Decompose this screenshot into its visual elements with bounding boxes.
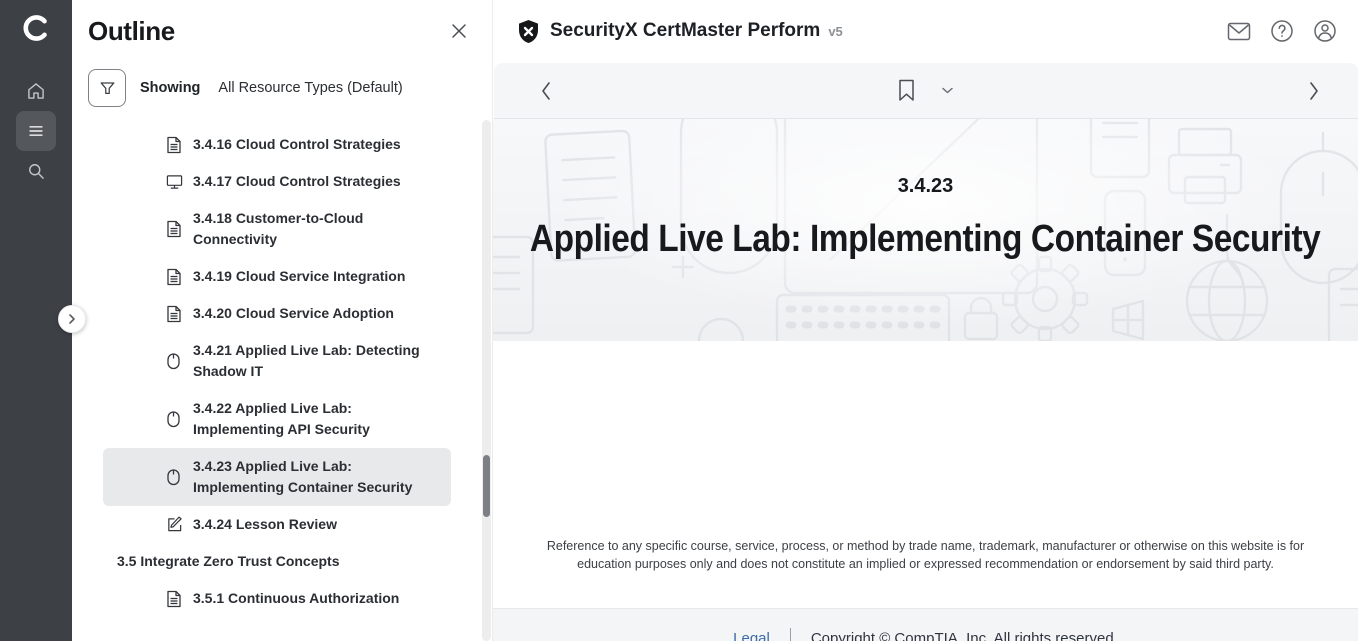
outline-item[interactable]: 3.4.18 Customer-to-Cloud Connectivity bbox=[103, 200, 451, 258]
pencil-icon bbox=[166, 516, 183, 533]
document-icon bbox=[166, 590, 183, 608]
outline-item[interactable]: 3.4.17 Cloud Control Strategies bbox=[103, 163, 451, 200]
shield-x-icon bbox=[517, 19, 540, 44]
outline-item-label: 3.5.1 Continuous Authorization bbox=[193, 588, 443, 609]
filter-funnel-icon bbox=[98, 79, 117, 98]
product-title: SecurityX CertMaster Perform bbox=[550, 20, 820, 42]
outline-item[interactable]: 3.5.1 Continuous Authorization bbox=[103, 580, 451, 617]
lesson-navbar bbox=[494, 63, 1358, 119]
outline-item-label: 3.4.20 Cloud Service Adoption bbox=[193, 303, 443, 324]
outline-item-selected[interactable]: 3.4.23 Applied Live Lab: Implementing Co… bbox=[103, 448, 451, 506]
outline-item-label: 3.4.23 Applied Live Lab: Implementing Co… bbox=[193, 456, 443, 498]
menu-icon bbox=[26, 121, 46, 141]
outline-scrollbar[interactable] bbox=[482, 120, 491, 641]
outline-item-label: 3.4.21 Applied Live Lab: Detecting Shado… bbox=[193, 340, 443, 382]
outline-item[interactable]: 3.4.22 Applied Live Lab: Implementing AP… bbox=[103, 390, 451, 448]
outline-item[interactable]: 3.4.24 Lesson Review bbox=[103, 506, 451, 543]
outline-item-label: 3.4.16 Cloud Control Strategies bbox=[193, 134, 443, 155]
outline-item-label: 3.4.19 Cloud Service Integration bbox=[193, 266, 443, 287]
chevron-right-icon bbox=[66, 313, 78, 325]
mouse-icon bbox=[166, 468, 183, 486]
outline-item-label: 3.4.17 Cloud Control Strategies bbox=[193, 171, 443, 192]
bookmark-button[interactable] bbox=[898, 79, 915, 102]
outline-item[interactable]: 3.4.16 Cloud Control Strategies bbox=[103, 126, 451, 163]
product-version: v5 bbox=[828, 24, 842, 39]
outline-item[interactable]: 3.4.21 Applied Live Lab: Detecting Shado… bbox=[103, 332, 451, 390]
comptia-logo bbox=[18, 10, 54, 46]
lesson-banner: 3.4.23 Applied Live Lab: Implementing Co… bbox=[493, 119, 1358, 341]
document-icon bbox=[166, 268, 183, 286]
outline-item-label: 3.4.24 Lesson Review bbox=[193, 514, 443, 535]
chevron-left-icon bbox=[538, 80, 554, 102]
monitor-icon bbox=[166, 174, 183, 190]
help-button[interactable] bbox=[1269, 18, 1295, 44]
mouse-icon bbox=[166, 352, 183, 370]
panel-expand-toggle[interactable] bbox=[58, 305, 86, 333]
outline-list: 3.4.16 Cloud Control Strategies 3.4.17 C… bbox=[72, 126, 492, 617]
outline-panel-title: Outline bbox=[88, 16, 175, 47]
search-icon bbox=[26, 161, 46, 181]
bookmark-menu-button[interactable] bbox=[941, 86, 954, 95]
outline-panel: Outline Showing All Resource Types (Defa… bbox=[72, 0, 492, 641]
mouse-icon bbox=[166, 410, 183, 428]
legal-link[interactable]: Legal bbox=[733, 630, 770, 641]
filter-button[interactable] bbox=[88, 69, 126, 107]
filter-current-value: All Resource Types (Default) bbox=[218, 80, 402, 96]
page-footer: Legal Copyright © CompTIA, Inc. All righ… bbox=[493, 608, 1358, 641]
filter-showing-label: Showing bbox=[140, 80, 200, 96]
copyright-text: Copyright © CompTIA, Inc. All rights res… bbox=[811, 630, 1118, 641]
main-content-area: SecurityX CertMaster Perform v5 bbox=[492, 0, 1358, 641]
outline-item-label: 3.4.22 Applied Live Lab: Implementing AP… bbox=[193, 398, 443, 440]
resource-filter-row: Showing All Resource Types (Default) bbox=[88, 69, 492, 107]
help-icon bbox=[1270, 19, 1294, 43]
home-button[interactable] bbox=[16, 71, 56, 111]
search-button[interactable] bbox=[16, 151, 56, 191]
outline-item[interactable]: 3.4.19 Cloud Service Integration bbox=[103, 258, 451, 295]
previous-lesson-button[interactable] bbox=[538, 80, 554, 102]
chevron-down-icon bbox=[941, 86, 954, 95]
document-icon bbox=[166, 220, 183, 238]
document-icon bbox=[166, 136, 183, 154]
outline-item[interactable]: 3.4.20 Cloud Service Adoption bbox=[103, 295, 451, 332]
outline-menu-button[interactable] bbox=[16, 111, 56, 151]
outline-section-header[interactable]: 3.5 Integrate Zero Trust Concepts bbox=[103, 543, 451, 580]
account-icon bbox=[1313, 19, 1337, 43]
mail-icon bbox=[1227, 22, 1251, 41]
outline-section-label: 3.5 Integrate Zero Trust Concepts bbox=[117, 551, 437, 572]
lesson-number: 3.4.23 bbox=[898, 175, 954, 198]
app-header: SecurityX CertMaster Perform v5 bbox=[493, 0, 1358, 62]
bookmark-icon bbox=[898, 79, 915, 102]
lesson-title: Applied Live Lab: Implementing Container… bbox=[530, 218, 1320, 261]
account-button[interactable] bbox=[1312, 18, 1338, 44]
outline-scrollbar-thumb[interactable] bbox=[483, 455, 490, 517]
close-outline-button[interactable] bbox=[450, 22, 468, 40]
outline-item-label: 3.4.18 Customer-to-Cloud Connectivity bbox=[193, 208, 443, 250]
close-icon bbox=[450, 22, 468, 40]
home-icon bbox=[26, 81, 46, 101]
next-lesson-button[interactable] bbox=[1306, 80, 1322, 102]
disclaimer-text: Reference to any specific course, servic… bbox=[530, 537, 1322, 573]
footer-divider bbox=[790, 628, 791, 641]
messages-button[interactable] bbox=[1226, 18, 1252, 44]
document-icon bbox=[166, 305, 183, 323]
chevron-right-icon bbox=[1306, 80, 1322, 102]
